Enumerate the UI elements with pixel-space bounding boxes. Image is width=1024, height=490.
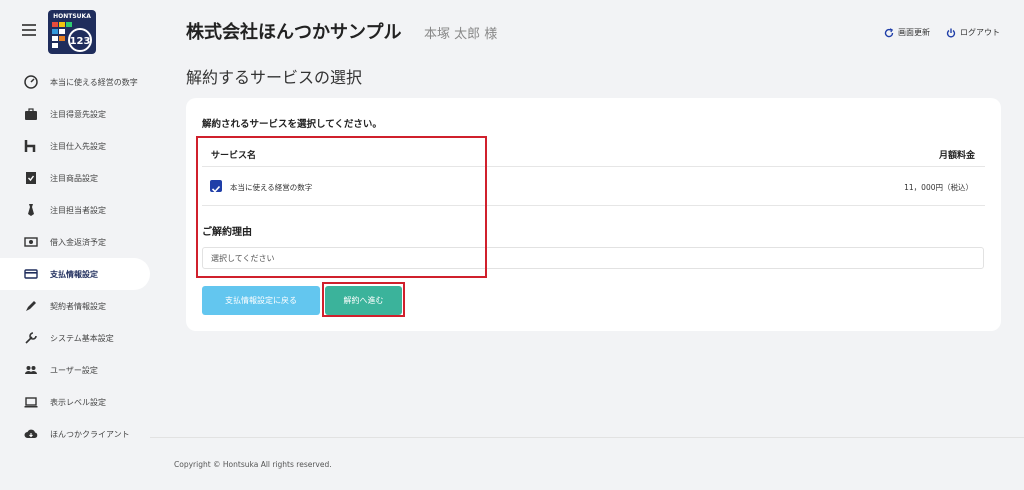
instruction-text: 解約されるサービスを選択してください。	[202, 119, 382, 130]
hotel-h-icon	[24, 139, 38, 153]
hontsuka-logo: HONTSUKA 123	[48, 10, 96, 54]
footer-divider	[150, 437, 1024, 438]
sidebar-item-label: システム基本設定	[50, 333, 114, 343]
wrench-icon	[24, 331, 38, 345]
laptop-icon	[24, 395, 38, 409]
sidebar-nav: 本当に使える経営の数字 注目得意先設定 注目仕入先設定 注目商品設定 注目担当者…	[0, 66, 150, 450]
proceed-cancel-button[interactable]: 解約へ進む	[325, 286, 402, 315]
users-icon	[24, 363, 38, 377]
cloud-download-icon	[24, 427, 38, 441]
sidebar-item-label: 契約者情報設定	[50, 301, 106, 311]
sidebar-item-label: 注目仕入先設定	[50, 141, 106, 151]
back-to-payment-button[interactable]: 支払情報設定に戻る	[202, 286, 320, 315]
sidebar-item-label: 本当に使える経営の数字	[50, 77, 138, 87]
credit-card-icon	[24, 267, 38, 281]
user-name: 本塚 太郎 様	[424, 27, 498, 42]
sidebar-item-label: ほんつかクライアント	[50, 429, 130, 439]
refresh-button[interactable]: 画面更新	[884, 27, 930, 38]
logout-label: ログアウト	[960, 28, 1000, 37]
sidebar-item-label: 借入金返済予定	[50, 237, 106, 247]
highlight-box	[196, 136, 487, 278]
sidebar-item-display-level[interactable]: 表示レベル設定	[0, 386, 150, 418]
svg-text:HONTSUKA: HONTSUKA	[53, 13, 91, 20]
sidebar: HONTSUKA 123 本当に使える経営の数字 注目得意先設定 注目仕入先設定…	[0, 0, 150, 490]
checklist-icon	[24, 171, 38, 185]
service-price: 11，000円（税込）	[904, 183, 973, 192]
sidebar-item-staff[interactable]: 注目担当者設定	[0, 194, 150, 226]
svg-text:123: 123	[70, 36, 91, 47]
hamburger-menu-icon[interactable]	[22, 24, 36, 36]
power-icon	[946, 28, 956, 38]
sidebar-item-contractor[interactable]: 契約者情報設定	[0, 290, 150, 322]
sidebar-item-payment[interactable]: 支払情報設定	[0, 258, 150, 290]
briefcase-icon	[24, 107, 38, 121]
sidebar-item-product[interactable]: 注目商品設定	[0, 162, 150, 194]
cancel-service-card: 解約されるサービスを選択してください。 サービス名 月額料金 本当に使える経営の…	[186, 98, 1001, 331]
dashboard-gauge-icon	[24, 75, 38, 89]
refresh-label: 画面更新	[898, 28, 930, 37]
column-header-price: 月額料金	[938, 151, 975, 161]
company-name: 株式会社ほんつかサンプル	[186, 22, 402, 43]
sidebar-item-label: ユーザー設定	[50, 365, 98, 375]
sidebar-item-label: 注目担当者設定	[50, 205, 106, 215]
sidebar-item-label: 表示レベル設定	[50, 397, 106, 407]
sidebar-item-loan[interactable]: 借入金返済予定	[0, 226, 150, 258]
money-icon	[24, 235, 38, 249]
sidebar-item-customer[interactable]: 注目得意先設定	[0, 98, 150, 130]
sidebar-item-supplier[interactable]: 注目仕入先設定	[0, 130, 150, 162]
sidebar-item-client[interactable]: ほんつかクライアント	[0, 418, 150, 450]
page-title: 解約するサービスの選択	[186, 68, 363, 87]
sidebar-item-system[interactable]: システム基本設定	[0, 322, 150, 354]
sidebar-item-label: 注目商品設定	[50, 173, 98, 183]
copyright: Copyright © Hontsuka All rights reserved…	[174, 460, 332, 469]
logout-button[interactable]: ログアウト	[946, 27, 1000, 38]
sidebar-item-label: 支払情報設定	[50, 269, 98, 279]
sidebar-item-business-numbers[interactable]: 本当に使える経営の数字	[0, 66, 150, 98]
sidebar-item-label: 注目得意先設定	[50, 109, 106, 119]
tie-icon	[24, 203, 38, 217]
refresh-icon	[884, 27, 894, 37]
pen-icon	[24, 299, 38, 313]
sidebar-item-users[interactable]: ユーザー設定	[0, 354, 150, 386]
